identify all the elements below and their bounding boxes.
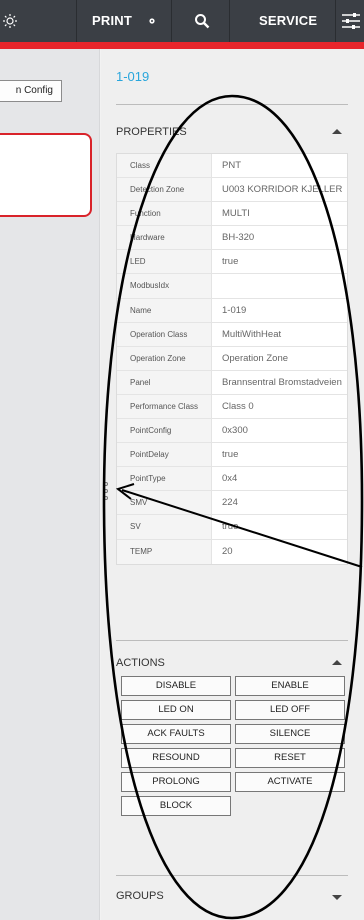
resound-button[interactable]: RESOUND — [121, 748, 231, 768]
property-row: PointType 0x4 — [117, 467, 347, 492]
config-button[interactable]: n Config — [0, 80, 62, 102]
property-value: PNT — [222, 160, 241, 171]
property-value: true — [222, 449, 239, 461]
property-row: Function MULTI — [117, 202, 347, 227]
property-key: SV — [117, 515, 212, 539]
property-row: PointDelay true — [117, 443, 347, 468]
property-value: 0x4 — [222, 473, 238, 485]
service-menu[interactable]: SERVICE — [259, 13, 317, 28]
property-key: Hardware — [117, 226, 212, 250]
property-row: Operation Class MultiWithHeat — [117, 322, 347, 347]
properties-section-title[interactable]: PROPERTIES — [116, 126, 187, 138]
search-icon[interactable] — [194, 13, 210, 29]
property-key: TEMP — [117, 539, 212, 564]
property-row: TEMP 20 — [117, 539, 347, 564]
led-on-button[interactable]: LED ON — [121, 700, 231, 720]
property-value: MultiWithHeat — [222, 328, 282, 340]
property-value: 0x300 — [222, 425, 248, 437]
property-key: LED — [117, 250, 212, 274]
property-value: BH-320 — [222, 232, 255, 244]
activate-button[interactable]: ACTIVATE — [235, 772, 345, 792]
property-value: MULTI — [222, 208, 250, 220]
property-row: LED true — [117, 250, 347, 275]
property-row: SMV 224 — [117, 491, 347, 516]
topbar-divider — [229, 0, 230, 42]
property-key: Performance Class — [117, 394, 212, 419]
property-key: ModbusIdx — [117, 274, 212, 298]
property-key: SMV — [117, 491, 212, 515]
property-row: PointConfig 0x300 — [117, 419, 347, 444]
resize-handle-icon[interactable] — [104, 482, 108, 486]
property-key: Name — [117, 298, 212, 322]
block-button[interactable]: BLOCK — [121, 796, 231, 816]
property-row: Panel Brannsentral Bromstadveien — [117, 370, 347, 395]
property-row: SV true — [117, 515, 347, 540]
left-panel: n Config — [0, 49, 100, 920]
resize-handle-icon[interactable] — [104, 489, 108, 493]
silence-button[interactable]: SILENCE — [235, 724, 345, 744]
sliders-icon[interactable] — [341, 12, 361, 30]
property-key: Class — [117, 154, 212, 178]
property-value: 1-019 — [222, 304, 247, 316]
groups-section-title[interactable]: GROUPS — [116, 890, 164, 902]
topbar-divider — [335, 0, 336, 42]
property-key: Panel — [117, 370, 212, 394]
property-key: Detection Zone — [117, 178, 212, 202]
actions-section-title[interactable]: ACTIONS — [116, 657, 165, 669]
sun-icon[interactable] — [2, 13, 18, 29]
gear-icon[interactable] — [148, 17, 156, 25]
property-row: Hardware BH-320 — [117, 226, 347, 251]
resize-handle-icon[interactable] — [104, 496, 108, 500]
enable-button[interactable]: ENABLE — [235, 676, 345, 696]
property-key: Operation Class — [117, 322, 212, 346]
divider — [116, 640, 348, 641]
ack-faults-button[interactable]: ACK FAULTS — [121, 724, 231, 744]
property-row: Class PNT — [117, 154, 347, 179]
property-key: PointDelay — [117, 443, 212, 467]
property-value: Class 0 — [222, 400, 254, 412]
disable-button[interactable]: DISABLE — [121, 676, 231, 696]
property-value: Operation Zone — [222, 352, 289, 364]
print-menu[interactable]: PRINT — [92, 13, 132, 28]
topbar-divider — [76, 0, 77, 42]
object-title: 1-019 — [116, 69, 150, 84]
property-value: true — [222, 256, 239, 268]
property-row: Detection Zone U003 KORRIDOR KJELLER — [117, 178, 347, 203]
property-value — [212, 274, 347, 297]
property-key: PointConfig — [117, 419, 212, 443]
expand-groups-icon[interactable] — [332, 895, 342, 900]
property-key: Operation Zone — [117, 346, 212, 370]
property-value: 20 — [222, 545, 233, 557]
divider — [116, 104, 348, 105]
properties-table: Class PNT Detection Zone U003 KORRIDOR KJEL… — [116, 153, 348, 565]
property-key: PointType — [117, 467, 212, 491]
property-row: Performance Class Class 0 — [117, 394, 347, 420]
property-row: Name 1-019 — [117, 298, 347, 323]
selected-element-card[interactable] — [0, 133, 92, 217]
topbar-divider — [171, 0, 172, 42]
property-row: Operation Zone Operation Zone — [117, 346, 347, 371]
property-key: Function — [117, 202, 212, 226]
alarm-status-strip — [0, 42, 364, 49]
property-value: U003 KORRIDOR KJELLER — [222, 184, 343, 196]
led-off-button[interactable]: LED OFF — [235, 700, 345, 720]
reset-button[interactable]: RESET — [235, 748, 345, 768]
collapse-properties-icon[interactable] — [332, 129, 342, 134]
property-row: ModbusIdx — [117, 274, 347, 299]
property-value: Brannsentral Bromstadveien — [222, 376, 342, 388]
prolong-button[interactable]: PROLONG — [121, 772, 231, 792]
property-value: true — [222, 521, 239, 533]
collapse-actions-icon[interactable] — [332, 660, 342, 665]
divider — [116, 875, 348, 876]
property-value: 224 — [222, 497, 238, 509]
